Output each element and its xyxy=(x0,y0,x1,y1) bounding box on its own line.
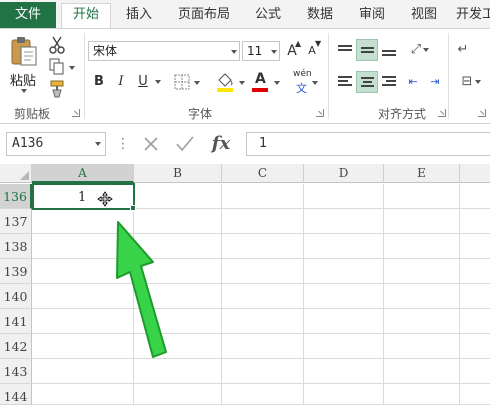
annotation-arrow-icon xyxy=(116,221,167,358)
